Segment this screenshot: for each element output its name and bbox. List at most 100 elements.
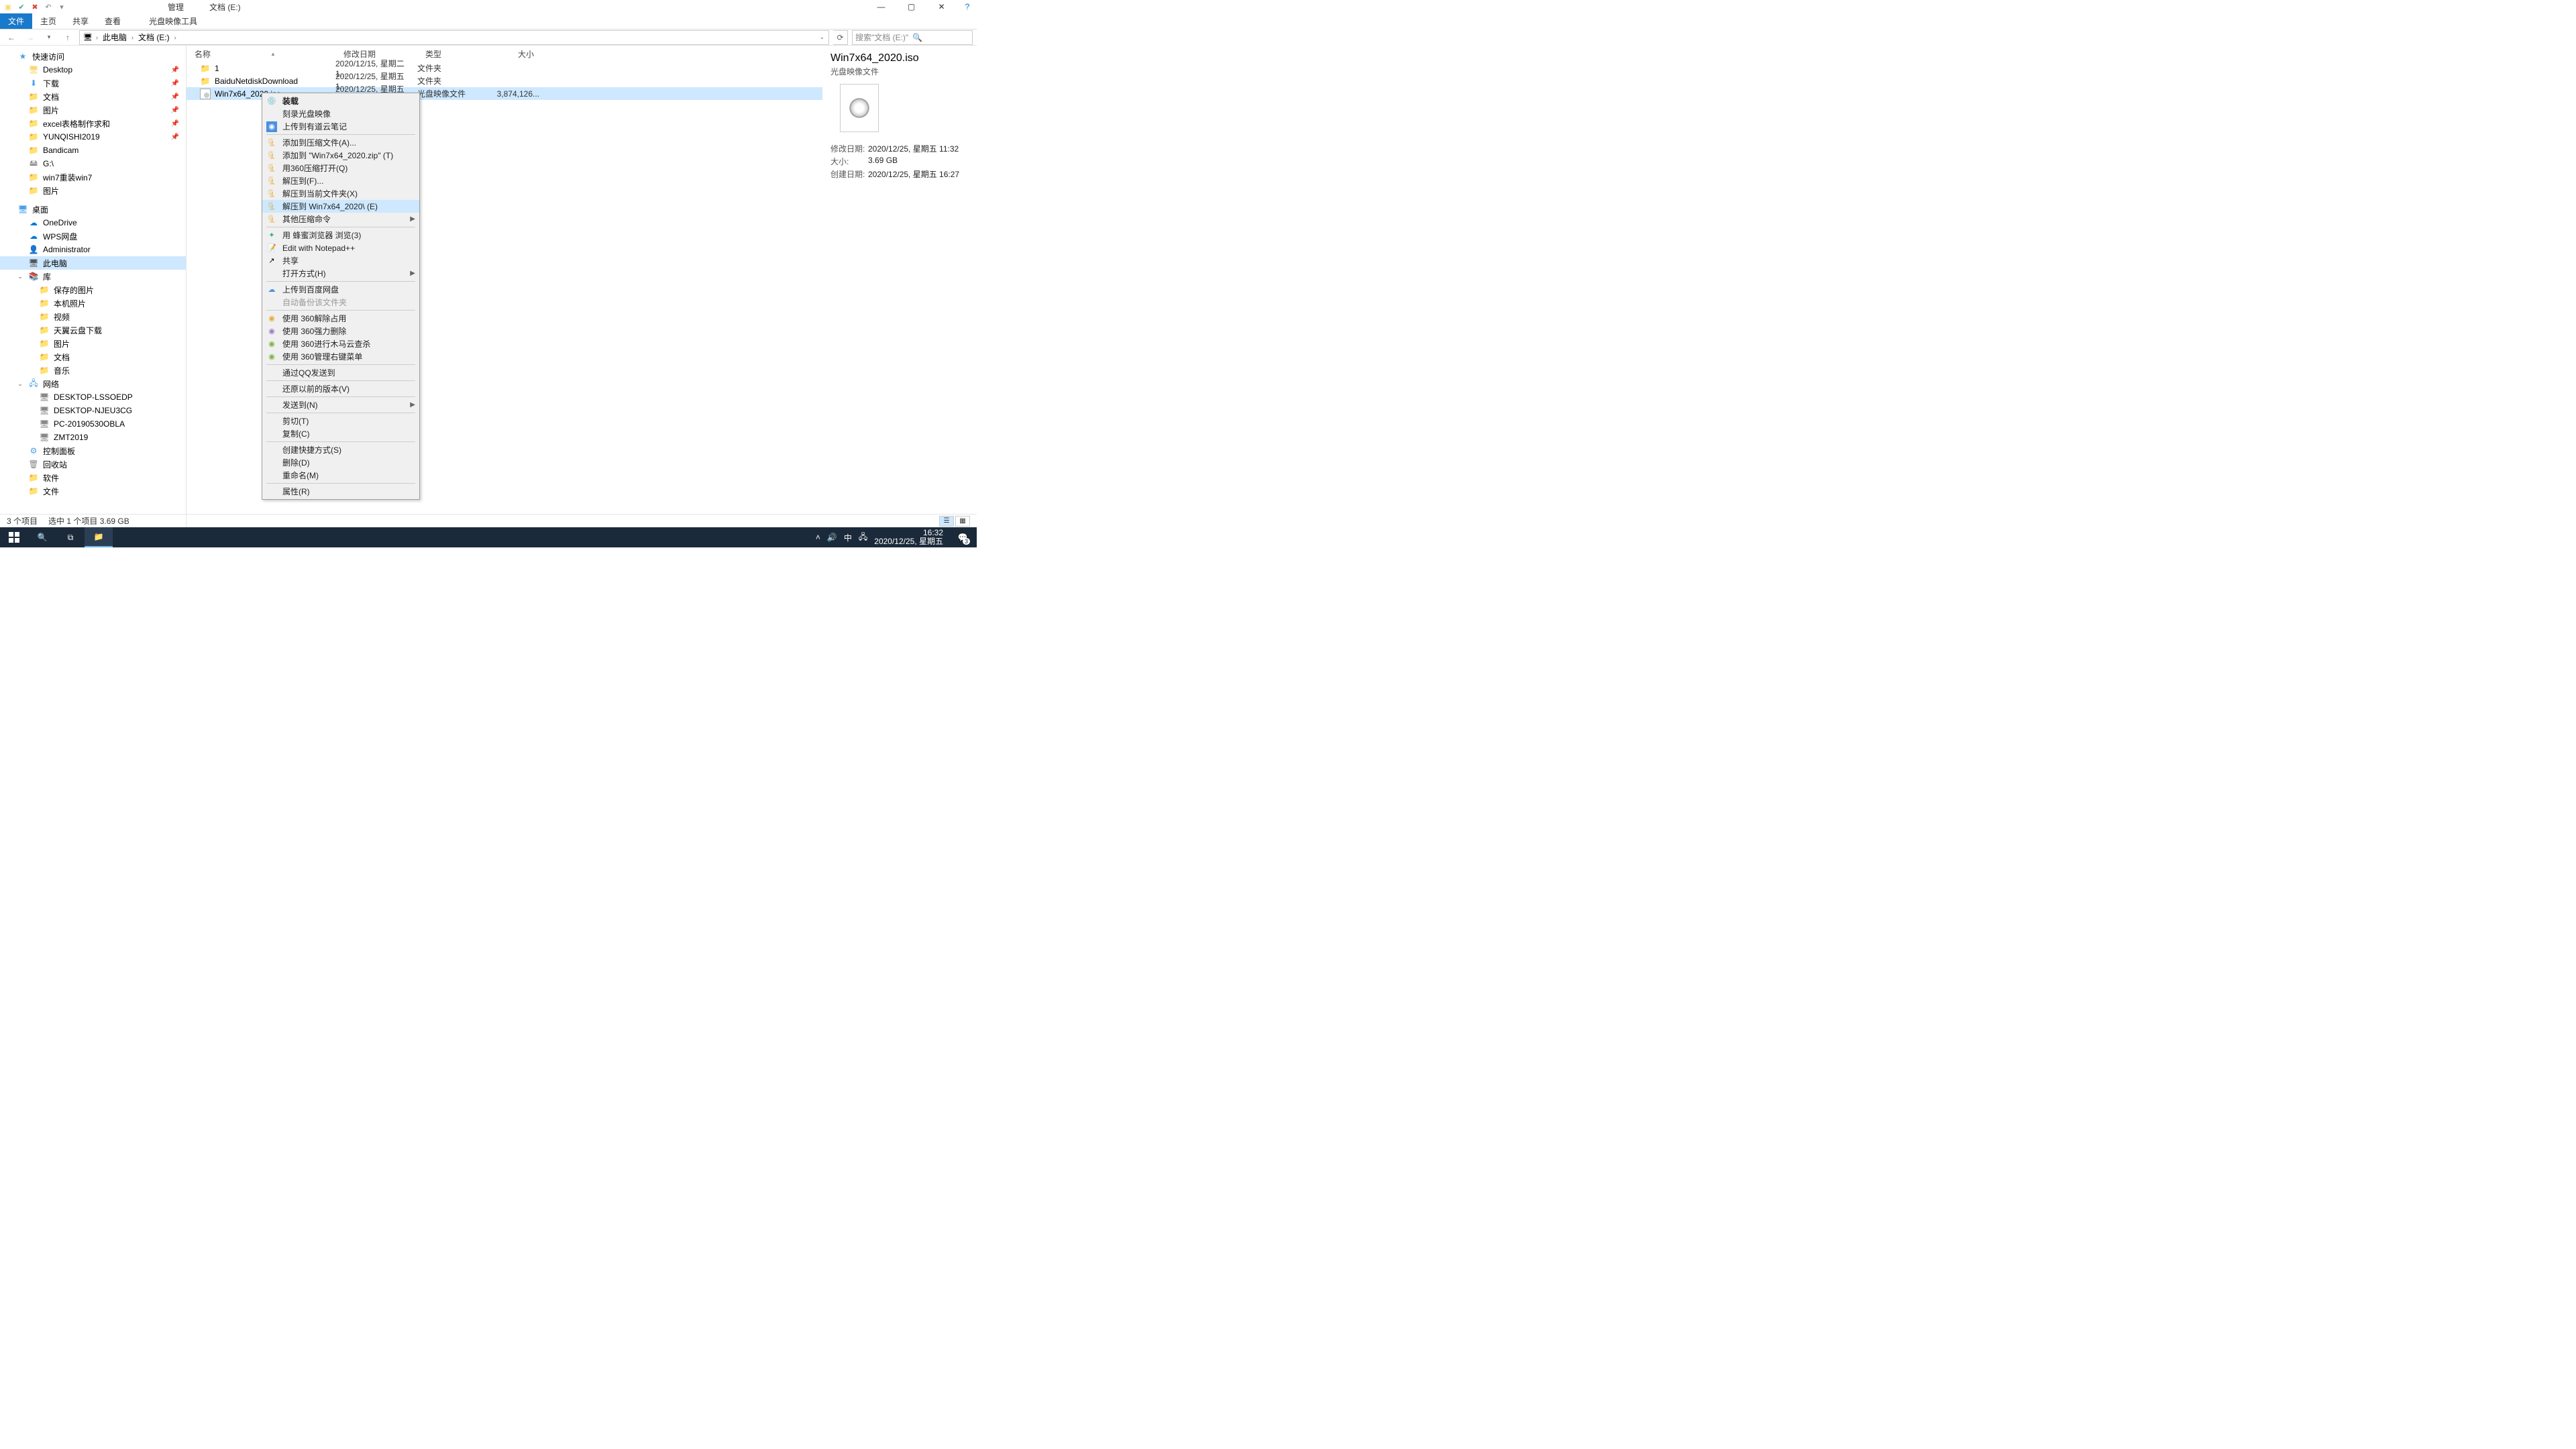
file-row[interactable]: 📁 1 2020/12/15, 星期二 1... 文件夹: [186, 62, 822, 74]
explorer-taskbar-button[interactable]: 📁: [85, 527, 113, 547]
icons-view-button[interactable]: ▦: [955, 516, 970, 527]
task-view-button[interactable]: ⧉: [56, 527, 85, 547]
col-name[interactable]: 名称▴: [186, 48, 335, 60]
tab-disc-tools[interactable]: 光盘映像工具: [141, 13, 205, 29]
ctx-burn[interactable]: 刻录光盘映像: [262, 107, 419, 120]
nav-network-pc[interactable]: 🖥ZMT2019: [0, 431, 186, 444]
nav-control-panel[interactable]: ⚙控制面板: [0, 444, 186, 458]
ctx-cut[interactable]: 剪切(T): [262, 415, 419, 427]
nav-recycle[interactable]: 🗑回收站: [0, 458, 186, 471]
chevron-icon[interactable]: ›: [130, 34, 135, 41]
nav-drive[interactable]: 🖴G:\: [0, 157, 186, 170]
tab-home[interactable]: 主页: [32, 13, 64, 29]
ctx-youdao[interactable]: ◉上传到有道云笔记: [262, 120, 419, 133]
ctx-360-force-delete[interactable]: ◉使用 360强力删除: [262, 325, 419, 337]
refresh-button[interactable]: ⟳: [833, 30, 848, 45]
qat-check-icon[interactable]: ✔: [16, 1, 27, 12]
ctx-delete[interactable]: 删除(D): [262, 456, 419, 469]
ctx-baidu-upload[interactable]: ☁上传到百度网盘: [262, 283, 419, 296]
start-button[interactable]: [0, 527, 28, 547]
maximize-button[interactable]: ▢: [896, 0, 926, 13]
nav-user[interactable]: 👤Administrator: [0, 243, 186, 256]
nav-libraries[interactable]: ⌄📚库: [0, 270, 186, 283]
network-icon[interactable]: 🖧: [859, 531, 867, 545]
nav-lib-item[interactable]: 📁保存的图片: [0, 283, 186, 297]
volume-icon[interactable]: 🔊: [827, 533, 837, 542]
close-button[interactable]: ✕: [926, 0, 957, 13]
up-button[interactable]: ↑: [60, 30, 75, 45]
nav-onedrive[interactable]: ☁OneDrive: [0, 216, 186, 229]
ctx-360-unlock[interactable]: ◉使用 360解除占用: [262, 312, 419, 325]
ctx-restore-prev[interactable]: 还原以前的版本(V): [262, 382, 419, 395]
breadcrumb[interactable]: 🖥 › 此电脑 › 文档 (E:) › ⌄: [79, 30, 829, 45]
ctx-add-zip[interactable]: 🗜添加到 "Win7x64_2020.zip" (T): [262, 149, 419, 162]
nav-folder[interactable]: 📁YUNQISHI2019📌: [0, 130, 186, 144]
clock[interactable]: 16:32 2020/12/25, 星期五: [874, 529, 943, 546]
qat-undo-icon[interactable]: ↶: [43, 1, 54, 12]
nav-lib-item[interactable]: 📁音乐: [0, 364, 186, 377]
tray-overflow-icon[interactable]: ˄: [816, 533, 820, 542]
ctx-open-360zip[interactable]: 🗜用360压缩打开(Q): [262, 162, 419, 174]
nav-lib-item[interactable]: 📁图片: [0, 337, 186, 350]
nav-lib-item[interactable]: 📁天翼云盘下载: [0, 323, 186, 337]
nav-network-pc[interactable]: 🖥DESKTOP-LSSOEDP: [0, 390, 186, 404]
col-size[interactable]: 大小: [486, 48, 539, 60]
minimize-button[interactable]: —: [866, 0, 896, 13]
chevron-icon[interactable]: ›: [95, 34, 99, 41]
ctx-qq-send[interactable]: 通过QQ发送到: [262, 366, 419, 379]
nav-folder[interactable]: 📁excel表格制作求和📌: [0, 117, 186, 130]
ctx-other-zip[interactable]: 🗜其他压缩命令▶: [262, 213, 419, 225]
ctx-shortcut[interactable]: 创建快捷方式(S): [262, 443, 419, 456]
ctx-extract-here[interactable]: 🗜解压到当前文件夹(X): [262, 187, 419, 200]
search-input[interactable]: 搜索"文档 (E:)" 🔍: [852, 30, 973, 45]
nav-lib-item[interactable]: 📁视频: [0, 310, 186, 323]
tab-share[interactable]: 共享: [64, 13, 97, 29]
nav-wps[interactable]: ☁WPS网盘: [0, 229, 186, 243]
col-type[interactable]: 类型: [417, 48, 486, 60]
nav-tree[interactable]: ★快速访问 🖥Desktop📌 ⬇下载📌 📁文档📌 📁图片📌 📁excel表格制…: [0, 46, 186, 527]
ctx-copy[interactable]: 复制(C): [262, 427, 419, 440]
ctx-share[interactable]: ↗共享: [262, 254, 419, 267]
breadcrumb-seg[interactable]: 文档 (E:): [136, 32, 172, 43]
ctx-notepadpp[interactable]: 📝Edit with Notepad++: [262, 241, 419, 254]
ctx-360-trojan[interactable]: ◉使用 360进行木马云查杀: [262, 337, 419, 350]
ime-indicator[interactable]: 中: [844, 532, 852, 543]
nav-pictures[interactable]: 📁图片📌: [0, 103, 186, 117]
nav-this-pc[interactable]: 🖥此电脑: [0, 256, 186, 270]
ctx-extract-named[interactable]: 🗜解压到 Win7x64_2020\ (E): [262, 200, 419, 213]
nav-lib-item[interactable]: 📁本机照片: [0, 297, 186, 310]
nav-network-pc[interactable]: 🖥DESKTOP-NJEU3CG: [0, 404, 186, 417]
action-center-button[interactable]: 💬3: [953, 527, 973, 547]
help-icon[interactable]: ?: [961, 0, 974, 13]
nav-documents[interactable]: 📁文档📌: [0, 90, 186, 103]
qat-menu-icon[interactable]: ▾: [56, 1, 67, 12]
ctx-properties[interactable]: 属性(R): [262, 485, 419, 498]
history-dropdown-icon[interactable]: ⌄: [818, 34, 826, 41]
ctx-send-to[interactable]: 发送到(N)▶: [262, 398, 419, 411]
tab-file[interactable]: 文件: [0, 13, 32, 29]
search-button[interactable]: 🔍: [28, 527, 56, 547]
file-row[interactable]: 📁 BaiduNetdiskDownload 2020/12/25, 星期五 1…: [186, 74, 822, 87]
nav-desktop[interactable]: 🖥Desktop📌: [0, 63, 186, 76]
ctx-extract-to[interactable]: 🗜解压到(F)...: [262, 174, 419, 187]
nav-downloads[interactable]: ⬇下载📌: [0, 76, 186, 90]
tab-view[interactable]: 查看: [97, 13, 129, 29]
breadcrumb-seg[interactable]: 此电脑: [101, 32, 129, 43]
details-view-button[interactable]: ☰: [939, 516, 954, 527]
nav-folder[interactable]: 📁Bandicam: [0, 144, 186, 157]
ctx-add-archive[interactable]: 🗜添加到压缩文件(A)...: [262, 136, 419, 149]
qat-x-icon[interactable]: ✖: [30, 1, 40, 12]
nav-folder[interactable]: 📁图片: [0, 184, 186, 197]
nav-folder[interactable]: 📁文件: [0, 484, 186, 498]
ctx-open-with[interactable]: 打开方式(H)▶: [262, 267, 419, 280]
back-button[interactable]: ←: [4, 30, 19, 45]
nav-folder[interactable]: 📁win7重装win7: [0, 170, 186, 184]
forward-button[interactable]: →: [23, 30, 38, 45]
ctx-mount[interactable]: 💿装载: [262, 95, 419, 107]
nav-quick-access[interactable]: ★快速访问: [0, 50, 186, 63]
nav-folder[interactable]: 📁软件: [0, 471, 186, 484]
nav-lib-item[interactable]: 📁文档: [0, 350, 186, 364]
nav-desktop-root[interactable]: 🖥桌面: [0, 203, 186, 216]
ctx-360-menu[interactable]: ◉使用 360管理右键菜单: [262, 350, 419, 363]
search-icon[interactable]: 🔍: [912, 33, 969, 42]
